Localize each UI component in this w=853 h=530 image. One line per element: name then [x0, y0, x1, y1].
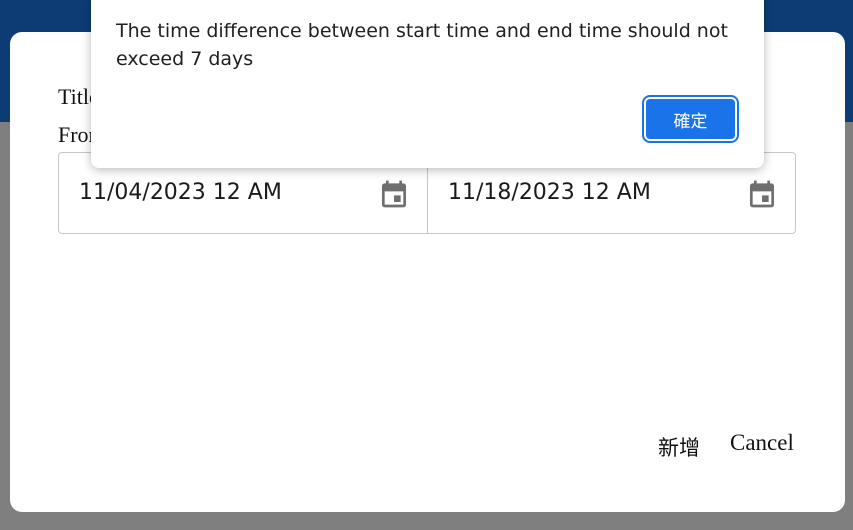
add-button[interactable]: 新增 [658, 432, 700, 462]
ok-button[interactable]: 確定 [642, 95, 739, 143]
alert-message: The time difference between start time a… [116, 20, 728, 70]
calendar-icon[interactable] [746, 177, 778, 211]
end-date-value[interactable]: 11/18/2023 12 AM [448, 180, 651, 205]
cancel-button[interactable]: Cancel [730, 430, 794, 456]
start-date-value[interactable]: 11/04/2023 12 AM [79, 180, 282, 205]
alert-dialog: The time difference between start time a… [91, 0, 764, 168]
calendar-icon[interactable] [378, 177, 410, 211]
